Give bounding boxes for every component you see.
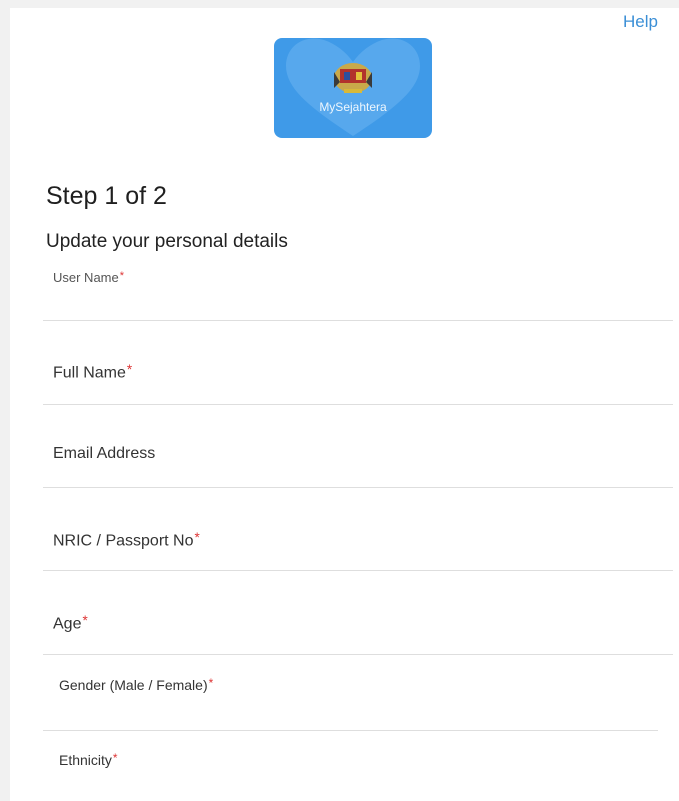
- step-indicator: Step 1 of 2: [46, 182, 167, 210]
- email-address-input[interactable]: [53, 465, 663, 485]
- user-name-label-text: User Name: [53, 270, 119, 285]
- ethnicity-input[interactable]: [53, 778, 663, 798]
- email-address-label: Email Address: [53, 445, 156, 462]
- heart-icon: [286, 38, 420, 137]
- user-name-label: User Name*: [53, 270, 124, 285]
- gender-label: Gender (Male / Female)*: [59, 676, 213, 693]
- ethnicity-label: Ethnicity*: [59, 751, 118, 768]
- required-asterisk: *: [208, 676, 214, 690]
- full-name-label-text: Full Name: [53, 364, 126, 382]
- full-name-input[interactable]: [53, 382, 663, 402]
- required-asterisk: *: [112, 751, 118, 765]
- nric-passport-input[interactable]: [53, 548, 663, 568]
- nric-passport-field[interactable]: NRIC / Passport No*: [43, 487, 673, 571]
- user-name-input[interactable]: [53, 298, 663, 318]
- app-logo: MySejahtera: [274, 38, 432, 138]
- gender-field[interactable]: Gender (Male / Female)*: [43, 654, 658, 731]
- gender-label-text: Gender (Male / Female): [59, 676, 208, 693]
- email-address-field[interactable]: Email Address: [43, 404, 673, 488]
- age-label: Age*: [53, 613, 88, 633]
- age-label-text: Age: [53, 615, 82, 633]
- nric-passport-label-text: NRIC / Passport No: [53, 532, 194, 550]
- required-asterisk: *: [194, 530, 200, 545]
- crest-icon: [334, 63, 372, 93]
- full-name-label: Full Name*: [53, 362, 132, 382]
- required-asterisk: *: [126, 362, 133, 377]
- gender-input[interactable]: [53, 708, 648, 728]
- age-field[interactable]: Age*: [43, 570, 673, 655]
- user-name-field[interactable]: User Name*: [43, 265, 673, 321]
- required-asterisk: *: [82, 613, 88, 628]
- required-asterisk: *: [119, 270, 125, 283]
- form-subtitle: Update your personal details: [46, 231, 288, 252]
- full-name-field[interactable]: Full Name*: [43, 320, 673, 405]
- registration-screen: Help MySejahtera Step 1 of 2 Update your…: [10, 8, 679, 801]
- help-link[interactable]: Help: [623, 12, 658, 32]
- logo-text: MySejahtera: [319, 100, 387, 114]
- age-input[interactable]: [53, 632, 663, 652]
- ethnicity-label-text: Ethnicity: [59, 751, 112, 768]
- ethnicity-field[interactable]: Ethnicity*: [43, 730, 673, 800]
